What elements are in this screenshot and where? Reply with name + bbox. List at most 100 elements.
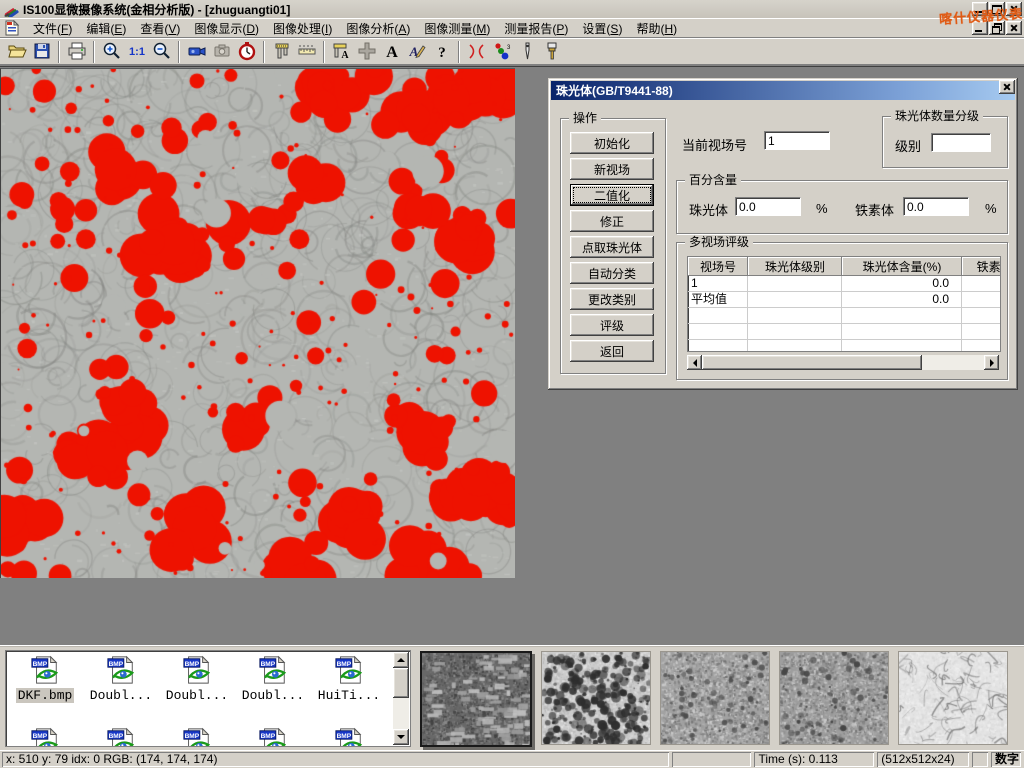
dialog-title-bar[interactable]: 珠光体(GB/T9441-88) bbox=[551, 81, 1015, 100]
zoom-in-button[interactable] bbox=[99, 40, 124, 64]
table-row-3[interactable] bbox=[688, 324, 1001, 340]
op-button-7[interactable]: 评级 bbox=[570, 314, 654, 336]
table-cell bbox=[748, 324, 842, 340]
table-header-1[interactable]: 珠光体级别 bbox=[748, 257, 842, 276]
annotate-button[interactable]: A bbox=[404, 40, 429, 64]
camera-button[interactable] bbox=[209, 40, 234, 64]
file-item-hidden[interactable]: BMP bbox=[7, 725, 83, 747]
scale-text-button[interactable]: A bbox=[329, 40, 354, 64]
file-browser[interactable]: BMPDKF.bmpBMPDoubl...BMPDoubl...BMPDoubl… bbox=[5, 650, 411, 747]
op-button-8[interactable]: 返回 bbox=[570, 340, 654, 362]
file-item-hidden[interactable]: BMP bbox=[311, 725, 387, 747]
print-button[interactable] bbox=[64, 40, 89, 64]
file-vscrollbar[interactable] bbox=[393, 652, 409, 745]
actual-size-button[interactable]: 1:1 bbox=[124, 40, 149, 64]
menu-item-9[interactable]: 帮助(H) bbox=[629, 18, 684, 39]
micrograph-image[interactable] bbox=[1, 69, 515, 578]
rating-table[interactable]: 视场号珠光体级别珠光体含量(%)铁素体含量(%)10.0平均值0.0 bbox=[687, 256, 1001, 352]
toolbar-separator bbox=[93, 41, 95, 63]
menu-item-3[interactable]: 图像显示(D) bbox=[187, 18, 266, 39]
preview-thumbnail-2[interactable] bbox=[660, 651, 770, 745]
file-item-4[interactable]: BMPHuiTi... bbox=[311, 653, 387, 725]
caliper-button[interactable] bbox=[269, 40, 294, 64]
table-cell bbox=[962, 324, 1001, 340]
menu-item-5[interactable]: 图像分析(A) bbox=[339, 18, 417, 39]
dialog-close-button[interactable] bbox=[999, 80, 1015, 94]
open-button[interactable] bbox=[4, 40, 29, 64]
file-item-2[interactable]: BMPDoubl... bbox=[159, 653, 235, 725]
file-item-0[interactable]: BMPDKF.bmp bbox=[7, 653, 83, 725]
help-button[interactable]: ? bbox=[429, 40, 454, 64]
ruler-icon bbox=[297, 41, 317, 64]
table-cell bbox=[688, 308, 748, 324]
file-item-3[interactable]: BMPDoubl... bbox=[235, 653, 311, 725]
probe-pen-button[interactable] bbox=[514, 40, 539, 64]
move-cross-button[interactable] bbox=[354, 40, 379, 64]
table-row-1[interactable]: 平均值0.0 bbox=[688, 292, 1001, 308]
op-button-5[interactable]: 自动分类 bbox=[570, 262, 654, 284]
preview-thumbnail-3[interactable] bbox=[779, 651, 889, 745]
table-header-3[interactable]: 铁素体含量(%) bbox=[962, 257, 1001, 276]
file-name: Doubl... bbox=[88, 688, 154, 703]
grading-group-label: 珠光体数量分级 bbox=[891, 109, 983, 123]
table-row-0[interactable]: 10.0 bbox=[688, 276, 1001, 292]
menu-item-2[interactable]: 查看(V) bbox=[133, 18, 187, 39]
ruler-button[interactable] bbox=[294, 40, 319, 64]
op-button-4[interactable]: 点取珠光体 bbox=[570, 236, 654, 258]
level-input[interactable] bbox=[931, 133, 991, 152]
bmp-file-icon: BMP bbox=[182, 655, 212, 685]
table-cell bbox=[748, 292, 842, 308]
brush-button[interactable] bbox=[539, 40, 564, 64]
hscroll-thumb[interactable] bbox=[702, 355, 922, 370]
op-button-6[interactable]: 更改类别 bbox=[570, 288, 654, 310]
menu-item-7[interactable]: 测量报告(P) bbox=[497, 18, 575, 39]
operations-group-label: 操作 bbox=[569, 111, 601, 125]
preview-thumbnail-0[interactable] bbox=[420, 651, 532, 747]
text-button[interactable]: A bbox=[379, 40, 404, 64]
vscroll-thumb[interactable] bbox=[393, 668, 409, 698]
table-row-2[interactable] bbox=[688, 308, 1001, 324]
svg-text:3: 3 bbox=[507, 45, 511, 51]
table-header-2[interactable]: 珠光体含量(%) bbox=[842, 257, 962, 276]
scroll-up-button[interactable] bbox=[393, 652, 409, 668]
table-header-0[interactable]: 视场号 bbox=[688, 257, 748, 276]
pearlite-percent-input[interactable] bbox=[735, 197, 801, 216]
menu-item-4[interactable]: 图像处理(I) bbox=[266, 18, 339, 39]
zoom-out-button[interactable] bbox=[149, 40, 174, 64]
menu-item-6[interactable]: 图像测量(M) bbox=[417, 18, 497, 39]
op-button-1[interactable]: 新视场 bbox=[570, 158, 654, 180]
ferrite-percent-input[interactable] bbox=[903, 197, 969, 216]
table-hscrollbar[interactable] bbox=[687, 355, 999, 370]
curve-cut-button[interactable] bbox=[464, 40, 489, 64]
scroll-down-button[interactable] bbox=[393, 729, 409, 745]
preview-thumbnail-4[interactable] bbox=[898, 651, 1008, 745]
file-items: BMPDKF.bmpBMPDoubl...BMPDoubl...BMPDoubl… bbox=[7, 653, 391, 747]
file-item-hidden[interactable]: BMP bbox=[83, 725, 159, 747]
brush-icon bbox=[542, 41, 562, 64]
op-button-2[interactable]: 二值化 bbox=[570, 184, 654, 206]
preview-thumbnail-1[interactable] bbox=[541, 651, 651, 745]
left-arrow-icon bbox=[693, 359, 697, 367]
table-row-4[interactable] bbox=[688, 340, 1001, 352]
timer-button[interactable] bbox=[234, 40, 259, 64]
video-camera-button[interactable] bbox=[184, 40, 209, 64]
save-button[interactable] bbox=[29, 40, 54, 64]
scroll-left-button[interactable] bbox=[687, 355, 702, 370]
table-cell bbox=[962, 308, 1001, 324]
op-button-3[interactable]: 修正 bbox=[570, 210, 654, 232]
file-item-1[interactable]: BMPDoubl... bbox=[83, 653, 159, 725]
scale-text-icon: A bbox=[332, 41, 352, 64]
svg-text:1:1: 1:1 bbox=[129, 46, 145, 58]
hscroll-track[interactable] bbox=[702, 355, 984, 370]
file-item-hidden[interactable]: BMP bbox=[159, 725, 235, 747]
classify-dots-button[interactable]: 3 bbox=[489, 40, 514, 64]
file-item-hidden[interactable]: BMP bbox=[235, 725, 311, 747]
svg-text:A: A bbox=[386, 44, 398, 61]
menu-item-0[interactable]: 文件(F) bbox=[26, 18, 79, 39]
op-button-0[interactable]: 初始化 bbox=[570, 132, 654, 154]
scroll-right-button[interactable] bbox=[984, 355, 999, 370]
menu-item-8[interactable]: 设置(S) bbox=[575, 18, 629, 39]
menu-item-1[interactable]: 编辑(E) bbox=[79, 18, 133, 39]
right-arrow-icon bbox=[990, 359, 994, 367]
current-field-input[interactable] bbox=[764, 131, 830, 150]
